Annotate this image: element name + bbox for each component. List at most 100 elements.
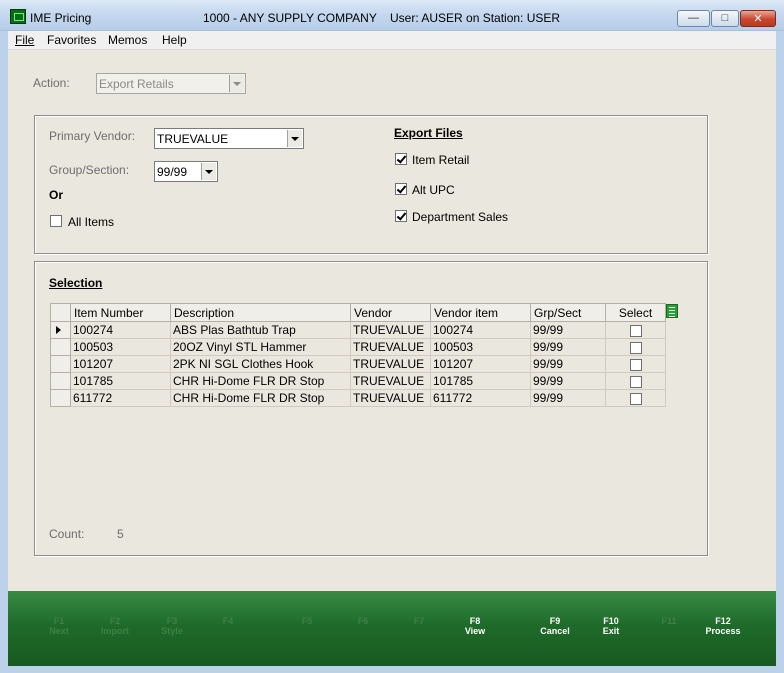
cell-vendor-item[interactable]: 611772: [430, 389, 531, 407]
list-line: [669, 316, 675, 317]
chevron-down-icon[interactable]: [287, 130, 302, 147]
cell-vendor-item[interactable]: 100274: [430, 321, 531, 339]
department-sales-checkbox[interactable]: [395, 210, 407, 222]
cell-grp-sect[interactable]: 99/99: [530, 372, 606, 390]
f4-button: F4: [222, 616, 234, 626]
primary-vendor-select[interactable]: TRUEVALUE: [154, 128, 304, 149]
alt-upc-label: Alt UPC: [412, 183, 455, 197]
menu-favorites[interactable]: Favorites: [47, 33, 96, 47]
cell-vendor-item[interactable]: 100503: [430, 338, 531, 356]
f11-button: F11: [661, 616, 677, 626]
cell-grp-sect[interactable]: 99/99: [530, 338, 606, 356]
column-chooser-icon[interactable]: [666, 304, 678, 318]
cell-vendor-item[interactable]: 101207: [430, 355, 531, 373]
cell-grp-sect[interactable]: 99/99: [530, 389, 606, 407]
cell-grp-sect[interactable]: 99/99: [530, 321, 606, 339]
row-selector[interactable]: [50, 338, 71, 356]
cell-item-number[interactable]: 100274: [70, 321, 171, 339]
company-name: 1000 - ANY SUPPLY COMPANY: [203, 11, 377, 25]
table-row[interactable]: 101207 2PK NI SGL Clothes Hook TRUEVALUE…: [50, 355, 666, 373]
export-files-title: Export Files: [394, 126, 463, 140]
cell-description[interactable]: CHR Hi-Dome FLR DR Stop: [170, 372, 351, 390]
minimize-button[interactable]: —: [677, 10, 710, 27]
f9-cancel-button[interactable]: F9 Cancel: [525, 616, 585, 636]
count-value: 5: [117, 527, 124, 541]
table-row[interactable]: 101785 CHR Hi-Dome FLR DR Stop TRUEVALUE…: [50, 372, 666, 390]
column-header-vendor-item[interactable]: Vendor item: [430, 303, 531, 322]
cell-select: [605, 372, 666, 390]
row-selector[interactable]: [50, 372, 71, 390]
action-label: Action:: [33, 76, 70, 90]
minimize-icon: —: [688, 12, 699, 24]
cell-select: [605, 338, 666, 356]
menu-bar: File Favorites Memos Help: [8, 31, 776, 50]
selection-grid[interactable]: Item Number Description Vendor Vendor it…: [50, 303, 666, 407]
column-header-description[interactable]: Description: [170, 303, 351, 322]
group-section-select[interactable]: 99/99: [154, 161, 218, 182]
cell-description[interactable]: ABS Plas Bathtub Trap: [170, 321, 351, 339]
menu-file[interactable]: File: [15, 33, 34, 47]
select-checkbox[interactable]: [629, 392, 642, 405]
table-row[interactable]: 611772 CHR Hi-Dome FLR DR Stop TRUEVALUE…: [50, 389, 666, 407]
title-bar[interactable]: IME Pricing 1000 - ANY SUPPLY COMPANY Us…: [0, 0, 784, 31]
list-line: [669, 313, 675, 314]
menu-help[interactable]: Help: [162, 33, 187, 47]
item-retail-checkbox[interactable]: [395, 153, 407, 165]
menu-memos[interactable]: Memos: [108, 33, 147, 47]
maximize-icon: □: [721, 12, 729, 24]
cell-vendor[interactable]: TRUEVALUE: [350, 338, 431, 356]
close-icon: ✕: [753, 12, 763, 25]
cell-description[interactable]: 2PK NI SGL Clothes Hook: [170, 355, 351, 373]
column-header-item-number[interactable]: Item Number: [70, 303, 171, 322]
cell-vendor[interactable]: TRUEVALUE: [350, 355, 431, 373]
column-header-select[interactable]: Select: [605, 303, 666, 322]
count-label: Count:: [49, 527, 85, 541]
function-key-bar: F1 Next F2 Import F3 Style F4 F5 F6 F7 F8 Vi…: [8, 591, 776, 666]
action-value: Export Retails: [99, 77, 174, 91]
cell-item-number[interactable]: 101207: [70, 355, 171, 373]
f5-button: F5: [301, 616, 313, 626]
column-header-vendor[interactable]: Vendor: [350, 303, 431, 322]
chevron-down-icon[interactable]: [201, 163, 216, 180]
table-row[interactable]: 100274 ABS Plas Bathtub Trap TRUEVALUE 1…: [50, 321, 666, 339]
current-row-icon: [56, 326, 61, 334]
list-line: [669, 310, 675, 311]
select-checkbox[interactable]: [629, 358, 642, 371]
cell-item-number[interactable]: 100503: [70, 338, 171, 356]
f1-next-button: F1 Next: [49, 616, 69, 636]
cell-vendor[interactable]: TRUEVALUE: [350, 321, 431, 339]
cell-description[interactable]: CHR Hi-Dome FLR DR Stop: [170, 389, 351, 407]
user-station: User: AUSER on Station: USER: [390, 11, 561, 25]
all-items-checkbox[interactable]: [50, 215, 62, 227]
row-selector[interactable]: [50, 389, 71, 407]
column-header-grp-sect[interactable]: Grp/Sect: [530, 303, 606, 322]
f2-import-button: F2 Import: [101, 616, 129, 636]
cell-select: [605, 389, 666, 407]
table-row[interactable]: 100503 20OZ Vinyl STL Hammer TRUEVALUE 1…: [50, 338, 666, 356]
f12-process-button[interactable]: F12 Process: [693, 616, 753, 636]
group-section-value: 99/99: [157, 165, 188, 179]
cell-vendor[interactable]: TRUEVALUE: [350, 372, 431, 390]
maximize-button[interactable]: □: [711, 10, 739, 27]
cell-description[interactable]: 20OZ Vinyl STL Hammer: [170, 338, 351, 356]
cell-item-number[interactable]: 611772: [70, 389, 171, 407]
select-checkbox[interactable]: [629, 324, 642, 337]
row-selector[interactable]: [50, 355, 71, 373]
alt-upc-checkbox[interactable]: [395, 183, 407, 195]
cell-item-number[interactable]: 101785: [70, 372, 171, 390]
selection-title: Selection: [49, 276, 103, 290]
chevron-down-icon: [229, 75, 244, 92]
f10-exit-button[interactable]: F10 Exit: [581, 616, 641, 636]
row-selector[interactable]: [50, 321, 71, 339]
cell-vendor[interactable]: TRUEVALUE: [350, 389, 431, 407]
cell-vendor-item[interactable]: 101785: [430, 372, 531, 390]
f7-button: F7: [413, 616, 425, 626]
close-button[interactable]: ✕: [740, 10, 776, 27]
cell-grp-sect[interactable]: 99/99: [530, 355, 606, 373]
select-checkbox[interactable]: [629, 341, 642, 354]
client-area: Action: Export Retails Primary Vendor: T…: [8, 50, 776, 591]
f8-view-button[interactable]: F8 View: [445, 616, 505, 636]
filter-group: [34, 115, 708, 254]
select-checkbox[interactable]: [629, 375, 642, 388]
list-line: [669, 307, 675, 308]
